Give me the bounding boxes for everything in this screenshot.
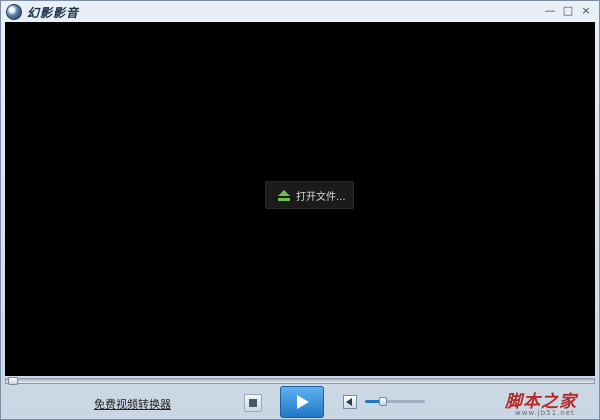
play-button[interactable] xyxy=(280,386,324,418)
window-controls: — □ × xyxy=(543,4,593,18)
open-file-label: 打开文件... xyxy=(296,192,346,203)
stop-button[interactable] xyxy=(244,394,262,412)
eject-icon xyxy=(278,190,290,201)
title-bar[interactable]: 幻影影音 — □ × xyxy=(1,1,599,22)
seek-bar[interactable] xyxy=(5,377,595,385)
play-icon xyxy=(297,395,309,409)
maximize-button[interactable]: □ xyxy=(561,4,575,18)
app-logo-icon xyxy=(6,4,22,20)
video-area[interactable]: 打开文件... xyxy=(5,22,595,376)
volume-slider[interactable] xyxy=(365,397,425,406)
watermark-url: www.jb51.net xyxy=(515,409,575,417)
stop-icon xyxy=(249,399,257,407)
volume-handle[interactable] xyxy=(379,397,387,406)
minimize-button[interactable]: — xyxy=(543,4,557,18)
volume-icon xyxy=(343,395,357,409)
video-converter-link[interactable]: 免费视频转换器 xyxy=(94,396,171,412)
player-window: 幻影影音 — □ × 打开文件... 免费视频转换器 脚本之家 www.jb51… xyxy=(0,0,600,420)
seek-handle[interactable] xyxy=(8,377,18,385)
close-button[interactable]: × xyxy=(579,4,593,18)
mute-button[interactable] xyxy=(343,395,357,409)
app-title: 幻影影音 xyxy=(27,6,80,20)
control-bar: 免费视频转换器 脚本之家 www.jb51.net xyxy=(1,385,599,419)
open-file-button[interactable]: 打开文件... xyxy=(265,181,354,209)
